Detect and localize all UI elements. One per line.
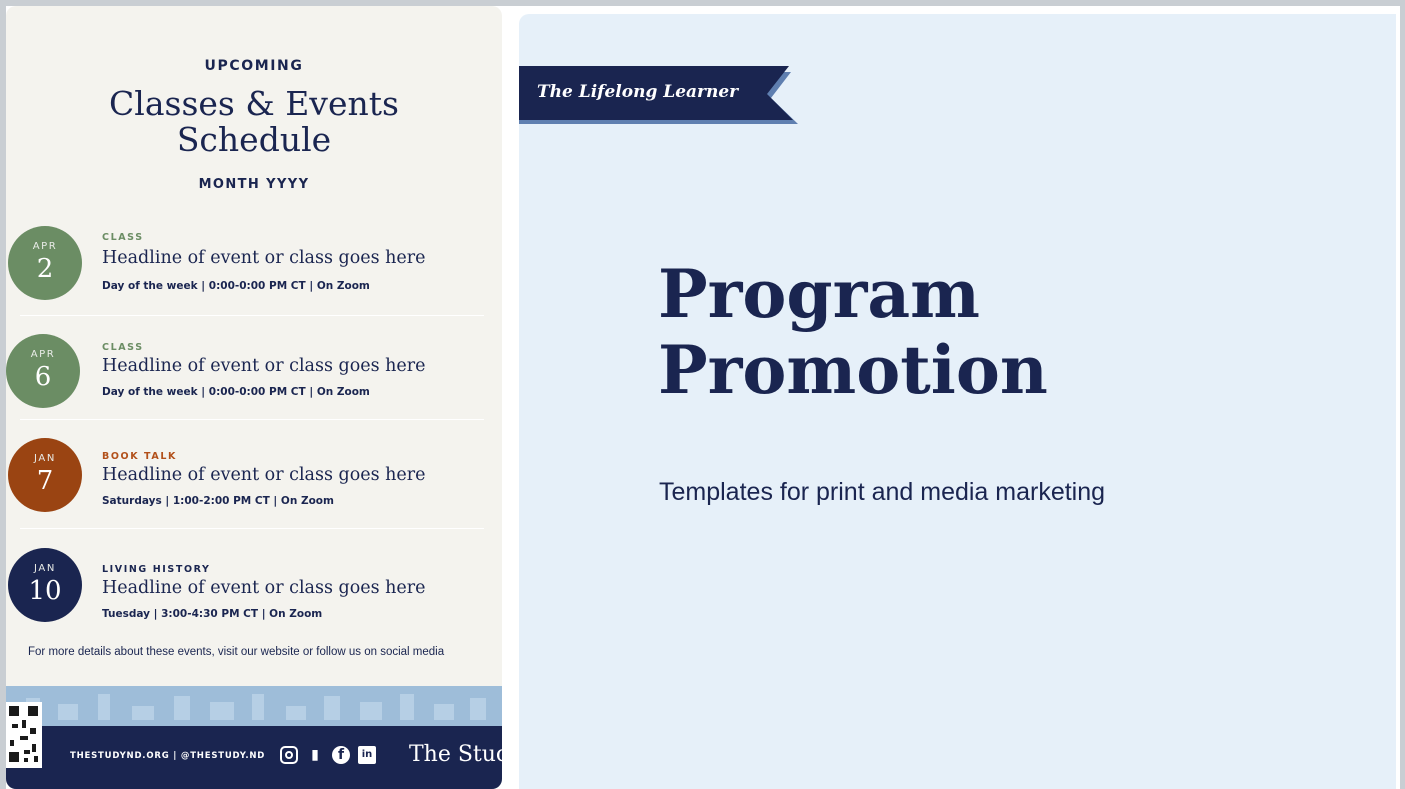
badge-day: 10 xyxy=(28,576,62,606)
subheadline: Templates for print and media marketing xyxy=(659,478,1106,506)
event-item: APR 2 CLASS Headline of event or class g… xyxy=(6,206,502,316)
instagram-icon xyxy=(280,746,298,764)
event-item: JAN 10 LIVING HISTORY Headline of event … xyxy=(6,528,502,628)
headline-line1: Program xyxy=(658,255,980,333)
social-icons: ▮ f in xyxy=(280,746,376,768)
flyer-title-line2: Schedule xyxy=(176,120,332,159)
facebook-icon: f xyxy=(332,746,350,764)
badge-month: APR xyxy=(30,349,56,360)
event-category: BOOK TALK xyxy=(102,451,177,462)
badge-day: 7 xyxy=(36,466,54,496)
date-badge: APR 2 xyxy=(8,226,82,300)
badge-month: JAN xyxy=(34,563,56,574)
flyer-upcoming-label: UPCOMING xyxy=(204,58,304,74)
event-time: Day of the week | 0:00-0:00 PM CT | On Z… xyxy=(102,280,370,292)
date-badge: JAN 10 xyxy=(8,548,82,622)
logo-text: The Lifelong Learner xyxy=(537,82,739,102)
flyer-title-line1: Classes & Events xyxy=(109,84,399,123)
qr-code xyxy=(6,702,42,768)
footer-url: THESTUDYND.ORG | @THESTUDY.ND xyxy=(70,751,266,761)
linkedin-icon: in xyxy=(358,746,376,764)
badge-month: JAN xyxy=(34,453,56,464)
flyer-preview: UPCOMING Classes & Events Schedule MONTH… xyxy=(6,6,502,789)
badge-day: 2 xyxy=(36,254,54,284)
event-time: Tuesday | 3:00-4:30 PM CT | On Zoom xyxy=(102,608,323,620)
event-headline: Headline of event or class goes here xyxy=(102,356,426,376)
event-item: JAN 7 BOOK TALK Headline of event or cla… xyxy=(6,419,502,529)
event-item: APR 6 CLASS Headline of event or class g… xyxy=(6,310,502,420)
badge-day: 6 xyxy=(34,362,52,392)
flyer-footer: THESTUDYND.ORG | @THESTUDY.ND ▮ f in The… xyxy=(6,702,502,789)
flyer-title: Classes & Events Schedule xyxy=(6,86,502,158)
more-details-text: For more details about these events, vis… xyxy=(28,646,445,658)
event-time: Saturdays | 1:00-2:00 PM CT | On Zoom xyxy=(102,495,334,507)
event-category: CLASS xyxy=(102,342,144,353)
event-headline: Headline of event or class goes here xyxy=(102,578,426,598)
footer-brand: The Stuc xyxy=(409,742,502,767)
event-category: CLASS xyxy=(102,232,144,243)
bookmark-icon: ▮ xyxy=(311,747,319,763)
event-headline: Headline of event or class goes here xyxy=(102,465,426,485)
event-headline: Headline of event or class goes here xyxy=(102,248,426,268)
event-category: LIVING HISTORY xyxy=(102,564,211,575)
event-time: Day of the week | 0:00-0:00 PM CT | On Z… xyxy=(102,386,370,398)
date-badge: APR 6 xyxy=(6,334,80,408)
page-headline: Program Promotion xyxy=(658,256,1048,408)
date-badge: JAN 7 xyxy=(8,438,82,512)
decorative-pattern-band xyxy=(6,686,502,726)
badge-month: APR xyxy=(32,241,58,252)
headline-line2: Promotion xyxy=(658,331,1048,409)
flyer-month: MONTH YYYY xyxy=(198,177,310,192)
